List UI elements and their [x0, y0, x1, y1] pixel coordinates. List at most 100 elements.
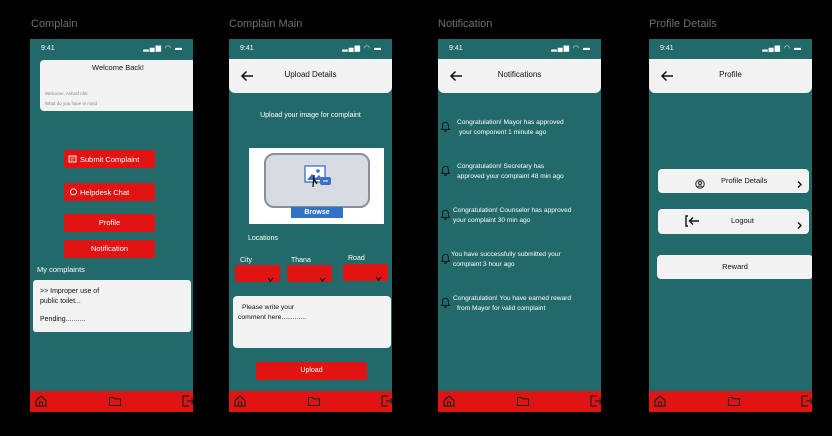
chevron-down-icon: [267, 270, 274, 283]
notification-line1: Congratulation! You have earned reward: [453, 295, 572, 302]
folder-icon[interactable]: [307, 394, 321, 408]
logout-icon[interactable]: [380, 394, 392, 408]
notification-line2: your component 1 minute ago: [459, 129, 547, 136]
folder-icon[interactable]: [516, 394, 530, 408]
status-bar: 9:41 ▂▄▆ ◠ ▬: [438, 44, 601, 56]
welcome-card: Welcome Back! Welcome, Ashraf Abir What …: [40, 60, 193, 111]
notification-line1: You have successfully submitted your: [451, 251, 561, 258]
reward-button[interactable]: Reward: [657, 255, 812, 279]
welcome-title: Welcome Back!: [92, 63, 144, 72]
folder-icon[interactable]: [108, 394, 122, 408]
chevron-down-icon: [375, 269, 382, 282]
home-icon[interactable]: [442, 394, 456, 408]
notification-item[interactable]: You have successfully submitted your com…: [440, 250, 593, 270]
chevron-down-icon: [319, 270, 326, 283]
chat-icon: [69, 188, 78, 196]
comment-textarea[interactable]: Please write your comment here..........…: [233, 296, 391, 348]
frame-label-profile-details: Profile Details: [649, 18, 717, 30]
image-icon: [304, 165, 332, 189]
complaint-status: Pending..........: [40, 316, 86, 323]
notification-line2: your complaint 30 min ago: [453, 217, 531, 224]
profile-button[interactable]: Profile: [64, 214, 155, 232]
home-icon[interactable]: [653, 394, 667, 408]
helpdesk-chat-button[interactable]: Helpdesk Chat: [64, 183, 155, 201]
bottom-nav: [30, 391, 193, 412]
status-time: 9:41: [660, 45, 674, 52]
chevron-right-icon: [796, 176, 803, 188]
logout-label: Logout: [731, 216, 754, 225]
locations-label: Locations: [248, 235, 278, 242]
welcome-input[interactable]: What do you have in mind: [45, 101, 97, 106]
status-time: 9:41: [41, 45, 55, 52]
profile-details-button[interactable]: Profile Details: [658, 169, 809, 193]
city-label: City: [240, 257, 253, 264]
user-circle-icon: [695, 176, 705, 189]
status-time: 9:41: [240, 45, 254, 52]
notification-item[interactable]: Congratulation! Secretary has approved y…: [440, 162, 593, 182]
bell-icon: [440, 209, 451, 220]
helpdesk-chat-label: Helpdesk Chat: [80, 188, 130, 197]
chevron-right-icon: [796, 217, 803, 229]
notifications-title: Notifications: [497, 70, 542, 79]
upload-header: Upload Details: [229, 59, 392, 93]
road-label: Road: [348, 255, 365, 262]
submit-complaint-icon: [68, 155, 77, 163]
phone-profile: 9:41 ▂▄▆ ◠ ▬ Profile Profile Details Log…: [649, 39, 812, 412]
upload-title: Upload Details: [284, 70, 337, 79]
logout-icon[interactable]: [589, 394, 601, 408]
bottom-nav: [438, 391, 601, 412]
road-dropdown[interactable]: [343, 264, 388, 282]
upload-button[interactable]: Upload: [256, 362, 367, 380]
bell-icon: [440, 297, 451, 308]
profile-title: Profile: [719, 70, 742, 79]
frame-label-complain: Complain: [31, 18, 78, 30]
comment-placeholder-line1: Please write your: [242, 304, 295, 311]
home-icon[interactable]: [233, 394, 247, 408]
notification-line2: from Mayor for valid complaint: [457, 305, 546, 312]
city-dropdown[interactable]: [235, 265, 280, 283]
submit-complaint-label: Submit Complaint: [80, 155, 140, 164]
comment-placeholder-line2: comment here.............: [238, 314, 306, 321]
notification-item[interactable]: Congratulation! Mayor has approved your …: [440, 118, 593, 138]
complaint-title-line1: >> Improper use of: [40, 288, 100, 295]
notification-item[interactable]: Congratulation! You have earned reward f…: [440, 294, 593, 314]
notification-line2: complaint 3 hour ago: [453, 261, 515, 268]
home-icon[interactable]: [34, 394, 48, 408]
bell-icon: [440, 121, 451, 132]
notifications-header: Notifications: [438, 59, 601, 93]
bell-icon: [440, 253, 451, 264]
browse-button[interactable]: Browse: [291, 207, 343, 218]
submit-complaint-button[interactable]: Submit Complaint: [64, 150, 155, 168]
notification-line1: Congratulation! Mayor has approved: [457, 119, 564, 126]
image-upload-area[interactable]: Browse: [249, 148, 384, 224]
notification-line1: Congratulation! Counselor has approved: [453, 207, 572, 214]
folder-icon[interactable]: [727, 394, 741, 408]
complaint-card[interactable]: >> Improper use of public toilet... Pend…: [33, 280, 191, 332]
logout-icon[interactable]: [181, 394, 193, 408]
bell-icon: [440, 165, 451, 176]
frame-label-notification: Notification: [438, 18, 493, 30]
status-icons: ▂▄▆ ◠ ▬: [342, 45, 382, 52]
status-icons: ▂▄▆ ◠ ▬: [551, 45, 591, 52]
profile-details-label: Profile Details: [721, 176, 768, 185]
notification-line2: approved your complaint 48 min ago: [457, 173, 564, 180]
phone-upload: 9:41 ▂▄▆ ◠ ▬ Upload Details Upload your …: [229, 39, 392, 412]
notification-item[interactable]: Congratulation! Counselor has approved y…: [440, 206, 593, 226]
status-bar: 9:41 ▂▄▆ ◠ ▬: [30, 44, 193, 56]
status-icons: ▂▄▆ ◠ ▬: [143, 45, 183, 52]
frame-label-complain-main: Complain Main: [229, 18, 303, 30]
bottom-nav: [229, 391, 392, 412]
thana-dropdown[interactable]: [287, 265, 332, 283]
logout-icon: [684, 214, 700, 228]
notification-line1: Congratulation! Secretary has: [457, 163, 545, 170]
logout-icon[interactable]: [800, 394, 812, 408]
logout-button[interactable]: Logout: [658, 209, 809, 234]
welcome-subtitle: Welcome, Ashraf Abir: [45, 91, 88, 96]
phone-notifications: 9:41 ▂▄▆ ◠ ▬ Notifications Congratulatio…: [438, 39, 601, 412]
status-icons: ▂▄▆ ◠ ▬: [762, 45, 802, 52]
status-time: 9:41: [449, 45, 463, 52]
thana-label: Thana: [291, 257, 311, 264]
image-placeholder: [264, 153, 370, 208]
bottom-nav: [649, 391, 812, 412]
notification-button[interactable]: Notification: [64, 240, 155, 258]
